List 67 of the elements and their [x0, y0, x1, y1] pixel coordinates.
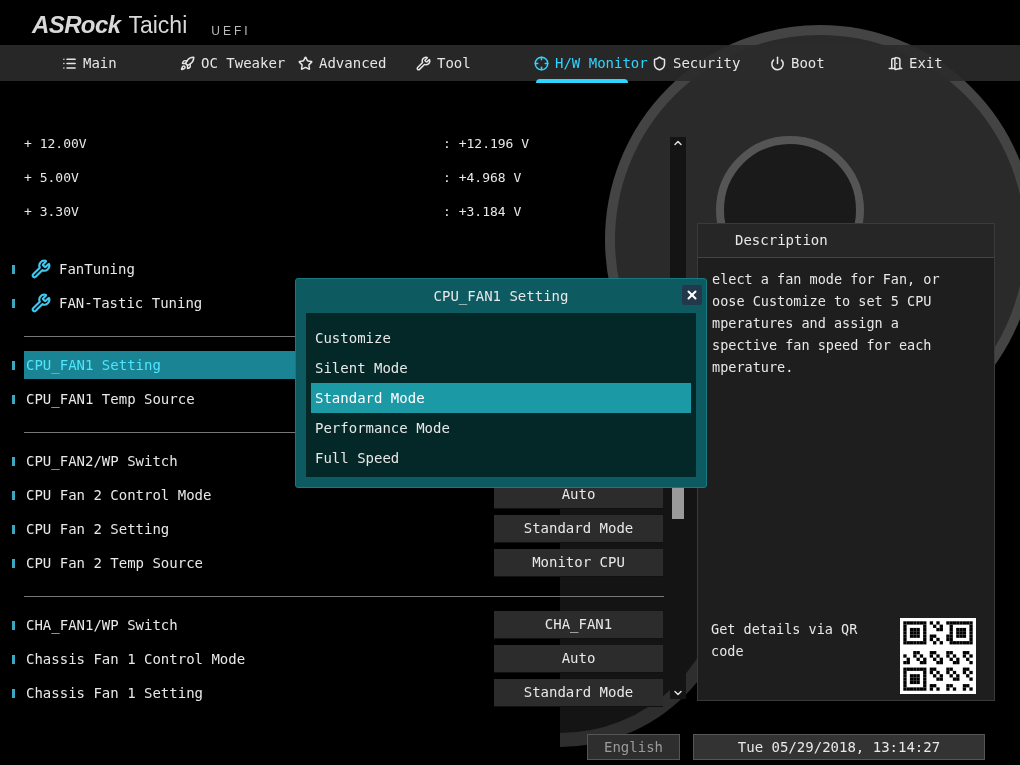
logo-model: Taichi	[128, 14, 188, 37]
nav-tab[interactable]: Security	[652, 45, 770, 81]
dialog-title: CPU_FAN1 Setting	[433, 286, 569, 307]
menu-link[interactable]: FanTuning	[59, 258, 135, 280]
description-title: Description	[735, 231, 828, 250]
tools-icon	[31, 259, 51, 279]
menu-link[interactable]: FAN-Tastic Tuning	[59, 292, 203, 314]
description-text: elect a fan mode for Fan, or	[712, 270, 941, 289]
qr-caption: Get details via QR code	[711, 620, 859, 661]
voltage-label: + 5.00V	[24, 169, 80, 188]
setting-value-button[interactable]: CHA_FAN1	[494, 611, 663, 639]
setting-label[interactable]: CPU Fan 2 Control Mode	[24, 481, 494, 509]
logo-brand: ASRock	[32, 13, 121, 37]
voltage-label: + 3.30V	[24, 203, 80, 222]
qr-code-icon	[900, 618, 976, 694]
date-time-display: Tue 05/29/2018, 13:14:27	[693, 734, 985, 760]
nav-tab[interactable]: OC Tweaker	[180, 45, 298, 81]
setting-label[interactable]: CPU Fan 2 Temp Source	[24, 549, 494, 577]
wrench-icon	[416, 55, 431, 71]
rocket-icon	[180, 55, 195, 71]
description-text: spective fan speed for each	[712, 336, 933, 355]
setting-label[interactable]: CPU Fan 2 Setting	[24, 515, 494, 543]
setting-value-button[interactable]: Standard Mode	[494, 515, 663, 543]
nav-tab[interactable]: Boot	[770, 45, 888, 81]
nav-tab[interactable]: Tool	[416, 45, 534, 81]
row-marker-icon	[12, 524, 15, 534]
voltage-value: : +12.196 V	[443, 135, 530, 154]
language-button[interactable]: English	[587, 734, 680, 760]
nav-tab[interactable]: Exit	[888, 45, 1006, 81]
voltage-value: : +4.968 V	[443, 169, 522, 188]
row-marker-icon	[12, 558, 15, 568]
shield-icon	[652, 55, 667, 71]
nav-tab[interactable]: H/W Monitor	[534, 45, 652, 81]
nav-tab[interactable]: Main	[62, 45, 180, 81]
row-marker-icon	[12, 264, 15, 274]
setting-label[interactable]: Chassis Fan 1 Control Mode	[24, 645, 494, 673]
option-item[interactable]: Customize	[311, 323, 691, 353]
tools-icon	[31, 293, 51, 313]
option-item[interactable]: Performance Mode	[311, 413, 691, 443]
close-button[interactable]	[682, 285, 702, 305]
option-item[interactable]: Full Speed	[311, 443, 691, 473]
list-icon	[62, 55, 77, 71]
setting-value-button[interactable]: Standard Mode	[494, 679, 663, 707]
power-icon	[770, 55, 785, 71]
setting-label[interactable]: CHA_FAN1/WP Switch	[24, 611, 494, 639]
description-text: mperatures and assign a	[712, 314, 900, 333]
voltage-label: + 12.00V	[24, 135, 88, 154]
row-marker-icon	[12, 298, 15, 308]
close-icon	[685, 288, 699, 302]
setting-value-button[interactable]: Monitor CPU	[494, 549, 663, 577]
row-marker-icon	[12, 620, 15, 630]
row-marker-icon	[12, 688, 15, 698]
row-marker-icon	[12, 654, 15, 664]
crosshair-icon	[534, 55, 549, 71]
row-marker-icon	[12, 456, 15, 466]
description-text: oose Customize to set 5 CPU	[712, 292, 933, 311]
nav-tab[interactable]: Advanced	[298, 45, 416, 81]
setting-value-button[interactable]: Auto	[494, 645, 663, 673]
row-marker-icon	[12, 490, 15, 500]
setting-label[interactable]: Chassis Fan 1 Setting	[24, 679, 494, 707]
description-text: mperature.	[712, 358, 795, 377]
door-icon	[888, 55, 903, 71]
voltage-value: : +3.184 V	[443, 203, 522, 222]
row-marker-icon	[12, 360, 15, 370]
row-marker-icon	[12, 394, 15, 404]
star-icon	[298, 55, 313, 71]
logo-suffix: UEFI	[211, 25, 251, 37]
